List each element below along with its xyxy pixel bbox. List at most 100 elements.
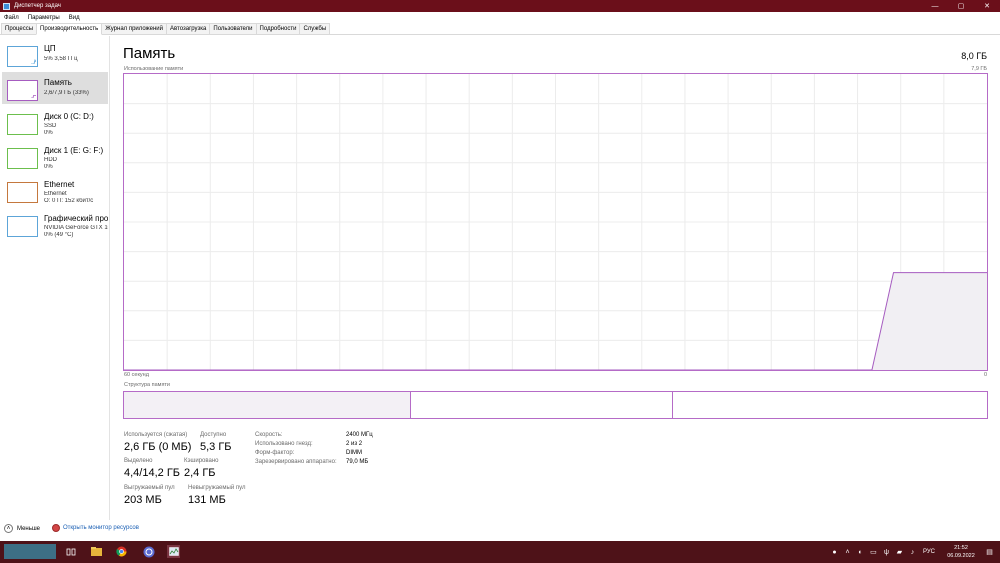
messenger-app-icon[interactable] [142, 545, 155, 558]
usage-chart-label: Использование памяти [124, 66, 184, 72]
clock-date: 06.09.2022 [947, 553, 975, 559]
sidebar-item-detail: 2,6/7,9 ГБ (33%) [44, 90, 89, 96]
committed-label: Выделено [124, 458, 153, 464]
x-axis-left-label: 60 секунд [124, 372, 149, 378]
disk0-thumbnail [7, 114, 38, 135]
paged-pool-label: Выгружаемый пул [124, 485, 175, 491]
menu-bar: Файл Параметры Вид [0, 12, 1000, 23]
language-indicator[interactable]: РУС [923, 549, 935, 555]
sidebar-item-disk-0[interactable]: Диск 0 (C: D:) SSD 0% [2, 106, 108, 138]
speed-value: 2400 МГц [346, 432, 373, 438]
available-label: Доступно [200, 432, 227, 438]
chevron-up-icon: ˄ [4, 524, 13, 533]
footer: ˄ Меньше Открыть монитор ресурсов [0, 520, 1000, 540]
minimize-button[interactable]: — [922, 0, 948, 12]
sidebar-item-ethernet[interactable]: Ethernet Ethernet О: 0 П: 152 кбит/с [2, 174, 108, 206]
tab-processes[interactable]: Процессы [1, 23, 38, 34]
fewer-details-label: Меньше [17, 525, 40, 532]
hardware-reserved-label: Зарезервировано аппаратно: [255, 459, 337, 465]
sidebar-item-detail: HDD [44, 157, 57, 163]
sidebar: ЦП 5% 3,58 ГГц Память 2,6/7,9 ГБ (33%) Д… [0, 36, 110, 520]
page-title: Память [123, 45, 176, 62]
cached-value: 2,4 ГБ [184, 467, 216, 479]
fewer-details-button[interactable]: ˄ Меньше [4, 524, 40, 533]
sidebar-item-detail: SSD [44, 123, 57, 129]
tab-services[interactable]: Службы [299, 23, 331, 34]
hardware-reserved-value: 79,0 МБ [346, 459, 369, 465]
menu-view[interactable]: Вид [65, 15, 85, 21]
menu-file[interactable]: Файл [0, 15, 24, 21]
structure-segment-standby[interactable] [411, 392, 673, 418]
disk1-thumbnail [7, 148, 38, 169]
ethernet-thumbnail [7, 182, 38, 203]
sidebar-item-cpu[interactable]: ЦП 5% 3,58 ГГц [2, 38, 108, 70]
tab-users[interactable]: Пользователи [209, 23, 257, 34]
speaker-icon[interactable]: ♪ [908, 548, 917, 557]
sidebar-item-name: ЦП [44, 44, 56, 53]
tab-details[interactable]: Подробности [255, 23, 301, 34]
nvidia-icon[interactable]: ▰ [895, 548, 904, 557]
memory-structure-bar [123, 391, 988, 419]
clock[interactable]: 21:52 06.09.2022 [943, 544, 979, 560]
task-view-icon[interactable] [64, 545, 77, 558]
speed-label: Скорость: [255, 432, 283, 438]
x-axis-right-label: 0 [983, 372, 987, 378]
sidebar-item-gpu[interactable]: Графический про NVIDIA GeForce GTX 106 0… [2, 208, 108, 240]
form-factor-label: Форм-фактор: [255, 450, 295, 456]
network-icon[interactable]: ▭ [869, 548, 878, 557]
memory-sparkline [31, 95, 36, 98]
sidebar-item-name: Память [44, 78, 72, 87]
open-resource-monitor-link[interactable]: Открыть монитор ресурсов [52, 524, 139, 532]
notification-icon[interactable]: ▤ [985, 548, 994, 557]
total-memory: 8,0 ГБ [961, 51, 987, 61]
memory-thumbnail [7, 80, 38, 101]
sidebar-item-name: Ethernet [44, 180, 75, 189]
structure-segment-free[interactable] [673, 392, 987, 418]
sidebar-item-detail: 5% 3,58 ГГц [44, 56, 78, 62]
nonpaged-pool-value: 131 МБ [188, 494, 226, 506]
paged-pool-value: 203 МБ [124, 494, 162, 506]
close-button[interactable]: ✕ [974, 0, 1000, 12]
sidebar-item-detail-2: О: 0 П: 152 кбит/с [44, 198, 94, 204]
tab-startup[interactable]: Автозагрузка [165, 23, 211, 34]
maximize-button[interactable]: ▢ [948, 0, 974, 12]
system-tray: ● ˄ ◐ ▭ ψ ▰ ♪ РУС 21:52 06.09.2022 ▤ [826, 541, 1000, 563]
cached-label: Кэшировано [184, 458, 219, 464]
sidebar-item-disk-1[interactable]: Диск 1 (E: G: F:) HDD 0% [2, 140, 108, 172]
structure-segment-in-use[interactable] [124, 392, 412, 418]
title-bar: Диспетчер задач — ▢ ✕ [0, 0, 1000, 12]
sidebar-item-detail-2: 0% (49 °C) [44, 232, 74, 238]
usage-chart-max: 7,9 ГБ [971, 66, 987, 72]
steam-icon[interactable]: ● [830, 548, 839, 557]
menu-options[interactable]: Параметры [24, 15, 65, 21]
available-value: 5,3 ГБ [200, 441, 232, 453]
window-title: Диспетчер задач [14, 3, 61, 9]
memory-usage-chart [123, 73, 988, 371]
slots-used-value: 2 из 2 [346, 441, 363, 447]
chevron-up-icon[interactable]: ˄ [843, 548, 852, 557]
file-explorer-icon[interactable] [90, 545, 103, 558]
chrome-icon[interactable] [115, 545, 128, 558]
memory-usage-chart-svg [124, 74, 987, 370]
tab-strip: Процессы Производительность Журнал прило… [0, 23, 1000, 35]
clock-time: 21:52 [954, 545, 968, 551]
tab-app-history[interactable]: Журнал приложений [101, 23, 167, 34]
app-tray-icon[interactable]: ◐ [856, 548, 865, 557]
sidebar-item-name: Диск 0 (C: D:) [44, 112, 94, 121]
sidebar-item-detail-2: 0% [44, 130, 53, 136]
nonpaged-pool-label: Невыгружаемый пул [188, 485, 246, 491]
taskbar-search-box[interactable] [4, 544, 56, 559]
sidebar-item-memory[interactable]: Память 2,6/7,9 ГБ (33%) [2, 72, 108, 104]
sidebar-item-detail: Ethernet [44, 191, 67, 197]
tab-performance[interactable]: Производительность [36, 23, 103, 35]
sidebar-item-name: Графический про [44, 214, 108, 223]
sidebar-item-detail: NVIDIA GeForce GTX 106 [44, 225, 108, 231]
form-factor-value: DIMM [346, 450, 362, 456]
usb-icon[interactable]: ψ [882, 548, 891, 557]
open-resource-monitor-label: Открыть монитор ресурсов [63, 525, 139, 531]
in-use-label: Используется (сжатая) [124, 432, 188, 438]
task-manager-taskbar-icon[interactable] [167, 545, 180, 558]
taskbar: ● ˄ ◐ ▭ ψ ▰ ♪ РУС 21:52 06.09.2022 ▤ [0, 541, 1000, 563]
resource-monitor-icon [52, 524, 60, 532]
slots-used-label: Использовано гнезд: [255, 441, 313, 447]
